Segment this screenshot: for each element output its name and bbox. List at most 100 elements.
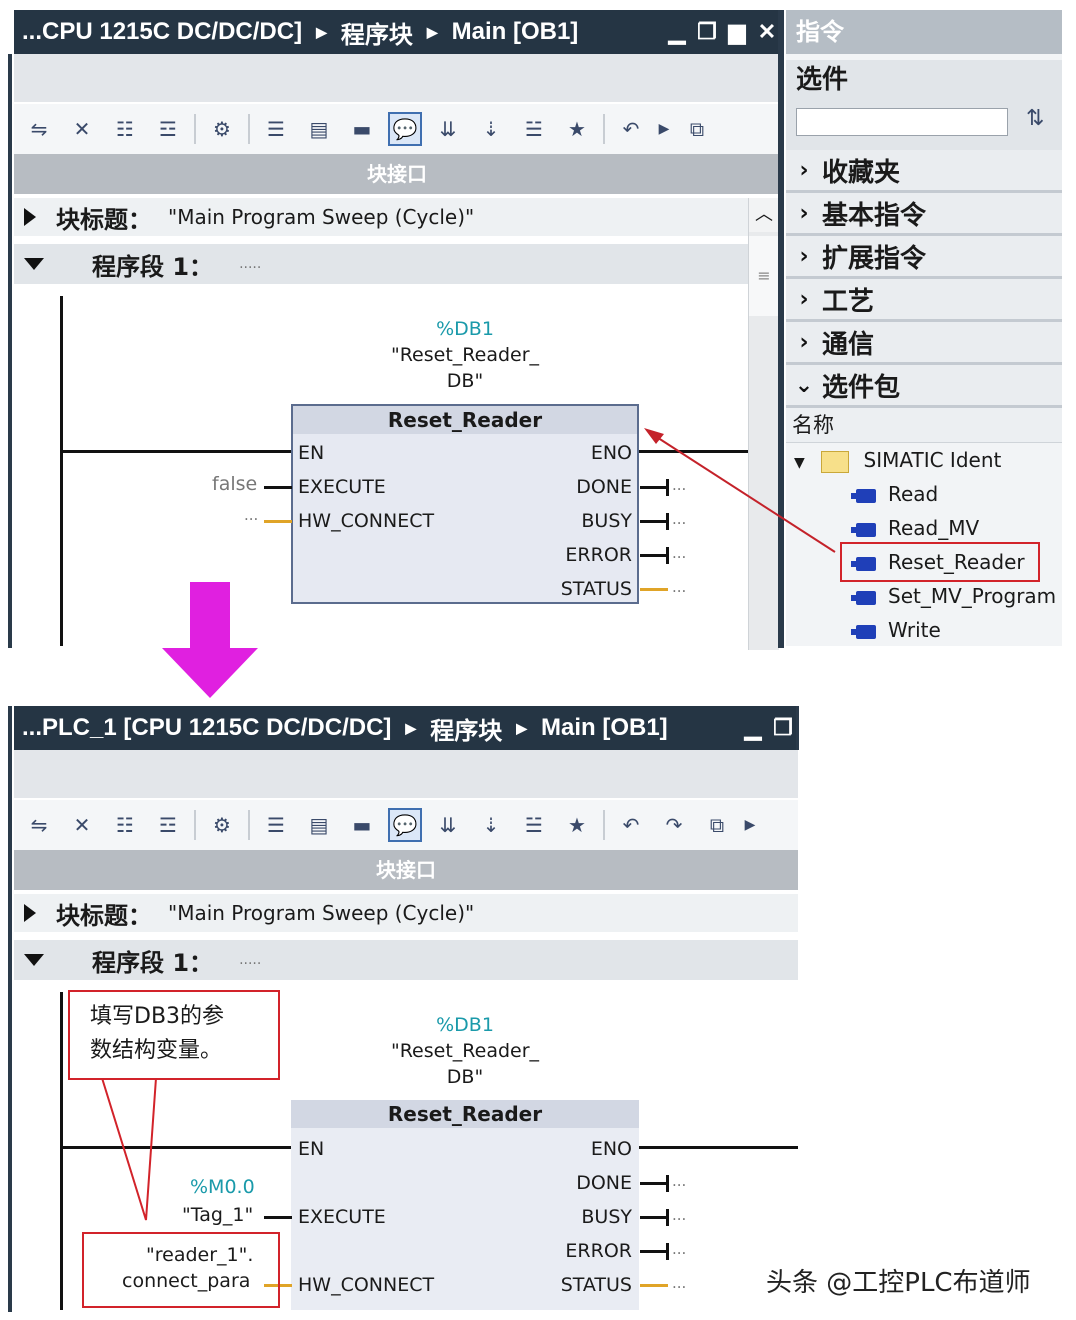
pin-error: ERROR xyxy=(565,1240,632,1262)
add-row-icon[interactable]: ☲ xyxy=(151,808,185,842)
pin-hw-connect: HW_CONNECT xyxy=(298,510,435,532)
open-all-networks-icon[interactable]: ▤ xyxy=(302,112,336,146)
list-view-icon[interactable]: ☰ xyxy=(259,808,293,842)
category-technology[interactable]: › 工艺 xyxy=(786,279,1062,322)
tag-info-icon[interactable]: ⇣ xyxy=(474,808,508,842)
execute-operand[interactable]: false xyxy=(212,473,257,495)
options-bar: 选件 xyxy=(786,60,1062,100)
network-comment[interactable]: ..... xyxy=(239,256,261,272)
bottom-editor-toolbar: ⇋ ✕ ☷ ☲ ⚙ ☰ ▤ ▬ 💬 ⇊ ⇣ ☱ ★ ↶ ↷ ⧉ ▶ xyxy=(14,800,798,850)
tree-item-set-mv-program[interactable]: Set_MV_Program xyxy=(786,579,1062,613)
hw-connect-operand[interactable]: ... xyxy=(244,506,258,524)
collapse-triangle-icon[interactable] xyxy=(24,258,44,270)
execute-address[interactable]: %M0.0 xyxy=(190,1176,255,1198)
collapse-triangle-icon[interactable] xyxy=(24,954,44,966)
insert-network-icon[interactable]: ⇋ xyxy=(22,808,56,842)
instance-db-name-2: DB" xyxy=(446,1066,484,1088)
error-wire xyxy=(640,1250,668,1253)
call-hierarchy-icon[interactable]: ⧉ xyxy=(680,112,714,146)
options-label: 选件 xyxy=(796,65,849,95)
breadcrumb-main-ob1[interactable]: Main [OB1] xyxy=(541,714,668,742)
category-communication[interactable]: › 通信 xyxy=(786,322,1062,365)
status-operand[interactable]: ... xyxy=(672,578,686,596)
call-hierarchy-icon[interactable]: ⧉ xyxy=(700,808,734,842)
network-header[interactable]: 程序段 1： ..... xyxy=(14,244,748,284)
monitor-icon[interactable]: ⚙ xyxy=(205,808,239,842)
category-option-packages[interactable]: ⌄ 选件包 xyxy=(786,365,1062,408)
pin-status: STATUS xyxy=(560,578,632,600)
goto-icon[interactable]: ★ xyxy=(560,808,594,842)
breadcrumb-device[interactable]: ...PLC_1 [CPU 1215C DC/DC/DC] xyxy=(22,714,391,742)
minimize-button[interactable]: ▁ xyxy=(662,19,692,45)
comments-icon[interactable]: 💬 xyxy=(388,112,422,146)
toolbar-separator xyxy=(194,810,196,840)
open-all-networks-icon[interactable]: ▤ xyxy=(302,808,336,842)
minimize-button[interactable]: ▁ xyxy=(738,715,768,741)
delete-network-icon[interactable]: ✕ xyxy=(65,112,99,146)
busy-operand[interactable]: ... xyxy=(672,1206,686,1224)
execute-tag[interactable]: "Tag_1" xyxy=(182,1204,253,1226)
scroll-thumb[interactable]: ≡ xyxy=(749,236,779,316)
pin-status: STATUS xyxy=(560,1274,632,1296)
maximize-button[interactable]: ▆ xyxy=(722,19,752,45)
error-operand[interactable]: ... xyxy=(672,1240,686,1258)
reset-reader-block[interactable]: Reset_Reader xyxy=(291,404,639,604)
execute-wire xyxy=(264,1216,292,1219)
more-tools-icon[interactable]: ▶ xyxy=(657,112,671,146)
category-basic-instructions[interactable]: › 基本指令 xyxy=(786,193,1062,236)
comments-icon[interactable]: 💬 xyxy=(388,808,422,842)
block-interface-splitter[interactable]: 块接口 xyxy=(14,850,798,890)
breadcrumb-device[interactable]: ...CPU 1215C DC/DC/DC] xyxy=(22,18,302,46)
expand-triangle-icon[interactable] xyxy=(24,208,36,226)
function-block-icon xyxy=(851,624,876,639)
category-extended-instructions[interactable]: › 扩展指令 xyxy=(786,236,1062,279)
block-title-value[interactable]: "Main Program Sweep (Cycle)" xyxy=(168,901,474,925)
search-input[interactable] xyxy=(796,108,1008,136)
block-title-value[interactable]: "Main Program Sweep (Cycle)" xyxy=(168,205,474,229)
network-label: 程序段 1： xyxy=(92,948,214,977)
tree-item-write[interactable]: Write xyxy=(786,613,1062,647)
network-comment[interactable]: ..... xyxy=(239,952,261,968)
expand-triangle-icon[interactable] xyxy=(24,904,36,922)
goto-icon[interactable]: ★ xyxy=(560,112,594,146)
done-operand[interactable]: ... xyxy=(672,1172,686,1190)
pin-error: ERROR xyxy=(565,544,632,566)
go-forward-icon[interactable]: ↷ xyxy=(657,808,691,842)
insert-row-icon[interactable]: ☷ xyxy=(108,112,142,146)
favorites-icon[interactable]: ☱ xyxy=(517,808,551,842)
monitor-icon[interactable]: ⚙ xyxy=(205,112,239,146)
block-title-row[interactable]: 块标题： "Main Program Sweep (Cycle)" xyxy=(14,894,798,932)
restore-button[interactable]: ❐ xyxy=(768,715,798,741)
pin-busy: BUSY xyxy=(581,510,632,532)
more-tools-icon[interactable]: ▶ xyxy=(743,808,757,842)
bottom-editor-subbar xyxy=(14,750,798,798)
breadcrumb-main-ob1[interactable]: Main [OB1] xyxy=(452,18,579,46)
breadcrumb-program-blocks[interactable]: 程序块 xyxy=(430,711,502,746)
restore-button[interactable]: ❐ xyxy=(692,19,722,45)
search-options-icon[interactable]: ⇅ xyxy=(1026,106,1044,131)
close-all-networks-icon[interactable]: ▬ xyxy=(345,808,379,842)
scroll-up-icon[interactable]: ︿ xyxy=(749,198,779,232)
absolute-operands-icon[interactable]: ⇊ xyxy=(431,112,465,146)
favorites-icon[interactable]: ☱ xyxy=(517,112,551,146)
tag-info-icon[interactable]: ⇣ xyxy=(474,112,508,146)
chevron-down-icon: ⌄ xyxy=(794,372,814,398)
absolute-operands-icon[interactable]: ⇊ xyxy=(431,808,465,842)
block-interface-splitter[interactable]: 块接口 xyxy=(14,154,780,194)
go-back-icon[interactable]: ↶ xyxy=(614,112,648,146)
close-all-networks-icon[interactable]: ▬ xyxy=(345,112,379,146)
category-favorites[interactable]: › 收藏夹 xyxy=(786,150,1062,193)
block-title-label: 块标题： xyxy=(56,205,152,234)
breadcrumb-program-blocks[interactable]: 程序块 xyxy=(341,15,413,50)
go-back-icon[interactable]: ↶ xyxy=(614,808,648,842)
add-row-icon[interactable]: ☲ xyxy=(151,112,185,146)
chevron-right-icon: › xyxy=(799,243,809,269)
block-title-row[interactable]: 块标题： "Main Program Sweep (Cycle)" xyxy=(14,198,748,236)
network-header[interactable]: 程序段 1： ..... xyxy=(14,940,798,980)
insert-row-icon[interactable]: ☷ xyxy=(108,808,142,842)
insert-network-icon[interactable]: ⇋ xyxy=(22,112,56,146)
status-operand[interactable]: ... xyxy=(672,1274,686,1292)
pin-execute: EXECUTE xyxy=(298,476,386,498)
delete-network-icon[interactable]: ✕ xyxy=(65,808,99,842)
list-view-icon[interactable]: ☰ xyxy=(259,112,293,146)
